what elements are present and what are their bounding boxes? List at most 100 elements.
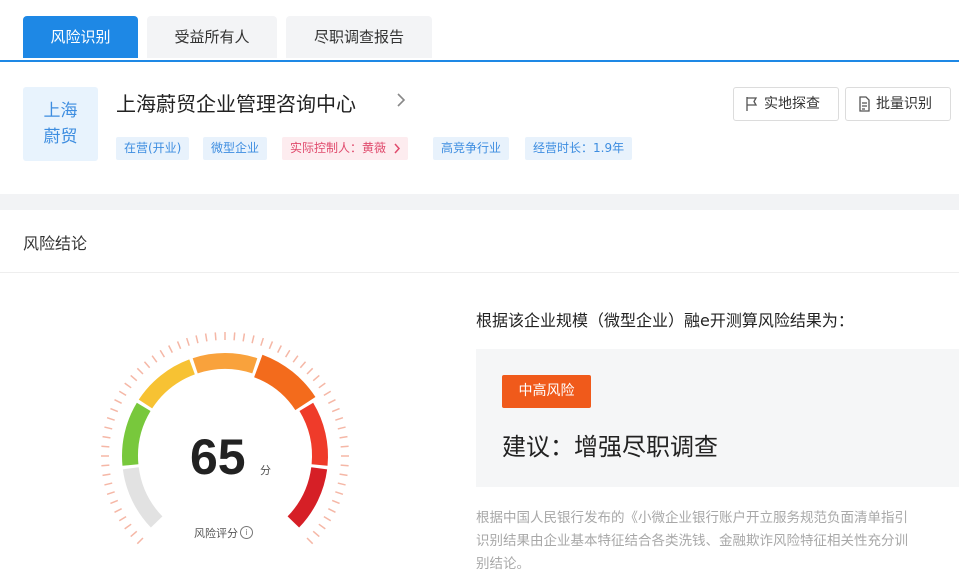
result-box (476, 349, 959, 487)
gauge-tick (328, 399, 336, 405)
tag-scale: 微型企业 (203, 137, 268, 160)
gauge-tick (306, 367, 314, 375)
logo-line-1: 上海 (43, 101, 78, 121)
gauge-tick (136, 367, 144, 375)
risk-level-badge: 中高风险 (502, 375, 591, 408)
gauge-tick (104, 426, 113, 430)
gauge-tick (251, 335, 255, 344)
suggestion-text: 建议：增强尽职调查 (502, 433, 718, 461)
risk-score-label: 风险评分 (194, 527, 238, 540)
footnote-line-3: 别结论。 (476, 556, 530, 572)
company-name[interactable]: 上海蔚贸企业管理咨询中心 (116, 88, 356, 117)
gauge-tick (312, 530, 320, 538)
gauge-tick (276, 345, 282, 353)
gauge-tick (195, 335, 199, 344)
gauge-tick (136, 537, 144, 545)
section-gap (0, 194, 959, 210)
gauge-tick (185, 337, 190, 346)
gauge-tick (340, 445, 349, 448)
tab-beneficial-owner[interactable]: 受益所有人 (147, 16, 277, 58)
gauge-segment (253, 354, 316, 411)
gauge-tick (130, 374, 138, 382)
company-header (0, 62, 959, 194)
gauge-tick (204, 333, 208, 342)
gauge-tick (233, 332, 236, 341)
gauge-tick (284, 349, 291, 358)
gauge-tick (318, 382, 326, 389)
gauge-tick (323, 390, 332, 397)
flag-icon (746, 97, 758, 111)
gauge-tick (331, 407, 340, 413)
footnote-line-2: 识别结果由企业基本特征结合各类洗钱、金融欺诈风险特征相关性充分训 (476, 533, 908, 549)
chevron-right-icon (394, 143, 401, 154)
gauge-tick (151, 355, 158, 363)
gauge-tick (306, 537, 314, 545)
gauge-segment (287, 466, 328, 528)
gauge-tick (118, 515, 127, 522)
tag-industry: 高竞争行业 (433, 137, 510, 160)
footnote-line-1: 根据中国人民银行发布的《小微企业银行账户开立服务规范负面清单指引 (476, 510, 908, 526)
tag-duration: 经营时长：1.9年 (525, 137, 633, 160)
gauge-segment (299, 402, 328, 466)
gauge-tick (214, 332, 217, 341)
gauge-tick (124, 523, 132, 530)
gauge-tick (102, 435, 111, 439)
gauge-segment (192, 353, 258, 374)
gauge-tick (340, 464, 349, 467)
company-logo: 上海 蔚贸 (23, 87, 98, 161)
gauge-tick (312, 374, 320, 382)
gauge-tick (337, 482, 346, 486)
gauge-tick (331, 499, 340, 505)
gauge-tick (143, 361, 151, 369)
gauge-tick (335, 491, 344, 496)
risk-score-unit: 分 (260, 464, 271, 477)
gauge-tick (101, 445, 110, 448)
risk-score-value: 65 (190, 429, 246, 485)
gauge-segment (122, 402, 151, 466)
tag-controller[interactable]: 实际控制人：黄薇 (282, 137, 409, 160)
gauge-tick (101, 464, 110, 467)
chevron-right-icon[interactable] (392, 91, 410, 109)
document-icon (859, 96, 870, 112)
field-survey-button[interactable]: 实地探查 (733, 87, 839, 121)
gauge-tick (102, 473, 111, 477)
gauge-tick (114, 399, 122, 405)
gauge-tick (114, 507, 122, 513)
gauge-tick (328, 507, 336, 513)
gauge-tick (168, 345, 174, 353)
tab-due-diligence-report[interactable]: 尽职调查报告 (286, 16, 432, 58)
tag-controller-label: 实际控制人：黄薇 (290, 141, 387, 155)
section-title: 风险结论 (23, 234, 88, 253)
batch-identify-button[interactable]: 批量识别 (845, 87, 951, 121)
gauge-tick (318, 523, 326, 530)
gauge-tick (339, 473, 348, 477)
gauge-tick (242, 333, 246, 342)
footnote: 根据中国人民银行发布的《小微企业银行账户开立服务规范负面清单指引 识别结果由企业… (476, 507, 959, 581)
gauge-tick (110, 407, 119, 413)
info-icon[interactable]: i (240, 526, 253, 539)
tag-status: 在营(开业) (116, 137, 190, 160)
gauge-tick (292, 355, 299, 363)
gauge-tick (159, 349, 166, 358)
gauge-tick (110, 499, 119, 505)
gauge-tick (268, 341, 274, 350)
gauge-tick (118, 390, 127, 397)
gauge-tick (106, 416, 115, 421)
gauge-tick (335, 416, 344, 421)
gauge-tick (104, 482, 113, 486)
result-intro: 根据该企业规模（微型企业）融e开测算风险结果为： (476, 311, 854, 330)
gauge-tick (124, 382, 132, 389)
gauge-tick (299, 361, 307, 369)
batch-identify-label: 批量识别 (876, 96, 932, 112)
gauge-segment (138, 359, 196, 409)
tab-risk-identification[interactable]: 风险识别 (23, 16, 138, 58)
field-survey-label: 实地探查 (764, 96, 820, 112)
logo-line-2: 蔚贸 (43, 127, 78, 147)
gauge-tick (260, 337, 265, 346)
gauge-tick (323, 515, 332, 522)
section-divider (0, 272, 959, 273)
gauge-tick (337, 426, 346, 430)
gauge-tick (130, 530, 138, 538)
gauge-tick (339, 435, 348, 439)
tab-bar: 风险识别 受益所有人 尽职调查报告 (0, 0, 959, 62)
